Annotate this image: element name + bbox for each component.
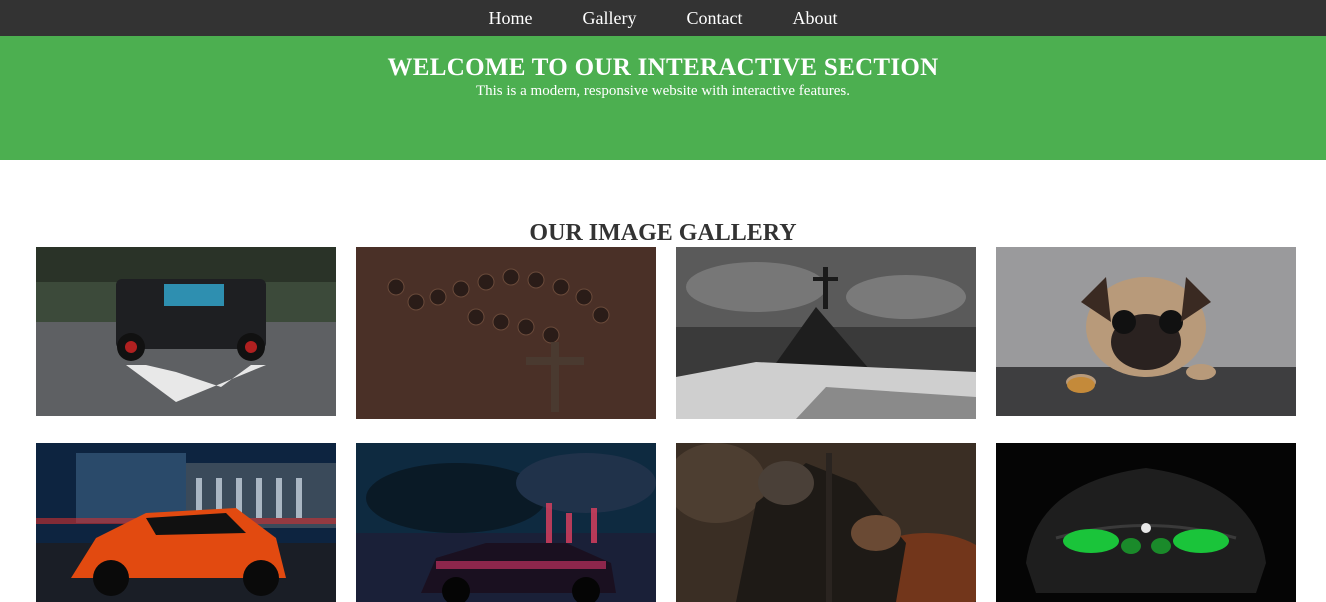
muscle-car-image [356, 443, 656, 602]
gallery-image-suv[interactable] [36, 247, 336, 416]
orange-car-image [36, 443, 336, 602]
nav-link-home[interactable]: Home [464, 0, 558, 36]
gallery-image-green-car[interactable] [996, 443, 1296, 602]
nav-link-about[interactable]: About [767, 0, 862, 36]
pug-image [996, 247, 1296, 416]
rosary-image [356, 247, 656, 419]
nav-link-contact[interactable]: Contact [661, 0, 767, 36]
nav-link-gallery[interactable]: Gallery [558, 0, 662, 36]
knight-image [676, 443, 976, 602]
gallery-title: OUR IMAGE GALLERY [529, 220, 797, 246]
green-car-image [996, 443, 1296, 602]
cross-mountain-image [676, 247, 976, 419]
hero-subtitle: This is a modern, responsive website wit… [475, 83, 851, 99]
gallery-image-rosary[interactable] [356, 247, 656, 419]
suv-image [36, 247, 336, 416]
gallery-image-orange-car[interactable] [36, 443, 336, 602]
hero-banner: WELCOME TO OUR INTERACTIVE SECTION This … [0, 36, 1326, 160]
hero-title: WELCOME TO OUR INTERACTIVE SECTION [387, 54, 939, 81]
top-navigation: Home Gallery Contact About [0, 0, 1326, 36]
gallery-image-pug[interactable] [996, 247, 1296, 416]
gallery-image-cross-mountain[interactable] [676, 247, 976, 419]
gallery-image-knight[interactable] [676, 443, 976, 602]
gallery-image-muscle-car[interactable] [356, 443, 656, 602]
